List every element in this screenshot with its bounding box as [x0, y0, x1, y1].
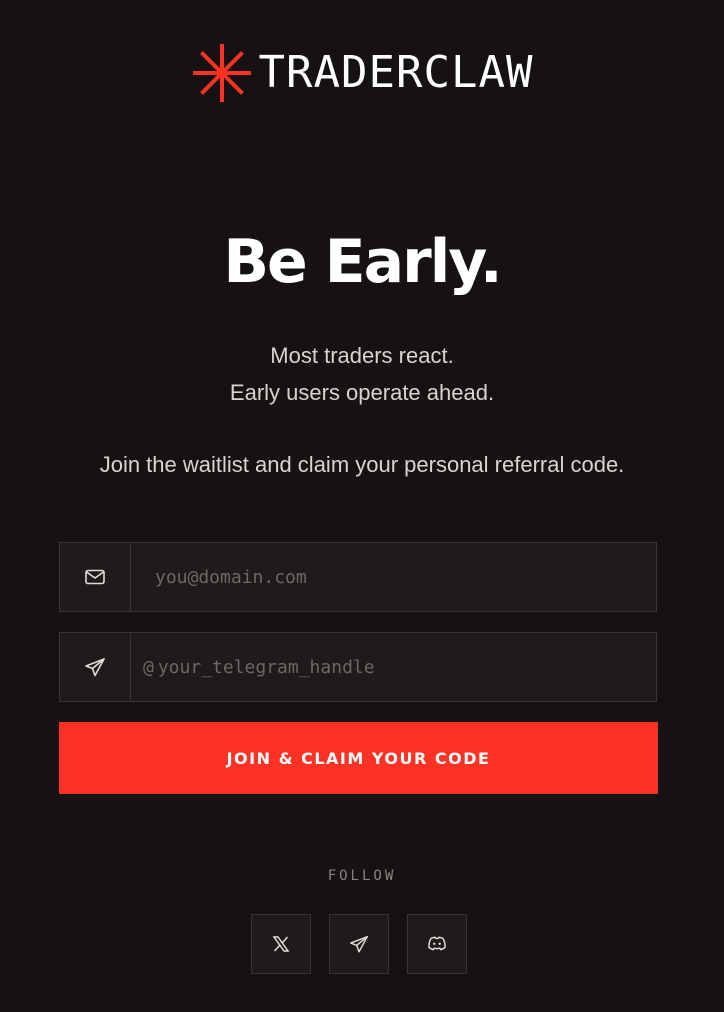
- follow-label: FOLLOW: [327, 868, 397, 884]
- mail-icon: [85, 569, 105, 585]
- telegram-icon: [350, 935, 368, 953]
- brand-logo: TRADERCLAW: [0, 42, 724, 104]
- telegram-at-prefix: @: [143, 656, 154, 678]
- subtitle-line-2: Early users operate ahead.: [229, 380, 495, 405]
- telegram-icon: [85, 658, 105, 677]
- waitlist-description: Join the waitlist and claim your persona…: [99, 452, 625, 477]
- social-telegram-button[interactable]: [329, 914, 389, 974]
- email-field: [59, 542, 657, 612]
- discord-icon: [428, 936, 446, 951]
- telegram-handle-input[interactable]: [153, 633, 656, 701]
- telegram-field: @: [59, 632, 657, 702]
- page-title: Be Early.: [223, 227, 502, 297]
- social-x-button[interactable]: [251, 914, 311, 974]
- email-input[interactable]: [131, 543, 656, 611]
- asterisk-burst-icon: [192, 44, 251, 102]
- join-claim-button[interactable]: JOIN & CLAIM YOUR CODE: [59, 722, 658, 794]
- brand-wordmark: TRADERCLAW: [258, 47, 534, 98]
- telegram-field-icon-box: [60, 633, 131, 701]
- email-field-icon-box: [60, 543, 131, 611]
- subtitle-line-1: Most traders react.: [270, 343, 454, 368]
- social-discord-button[interactable]: [407, 914, 467, 974]
- x-icon: [272, 936, 290, 952]
